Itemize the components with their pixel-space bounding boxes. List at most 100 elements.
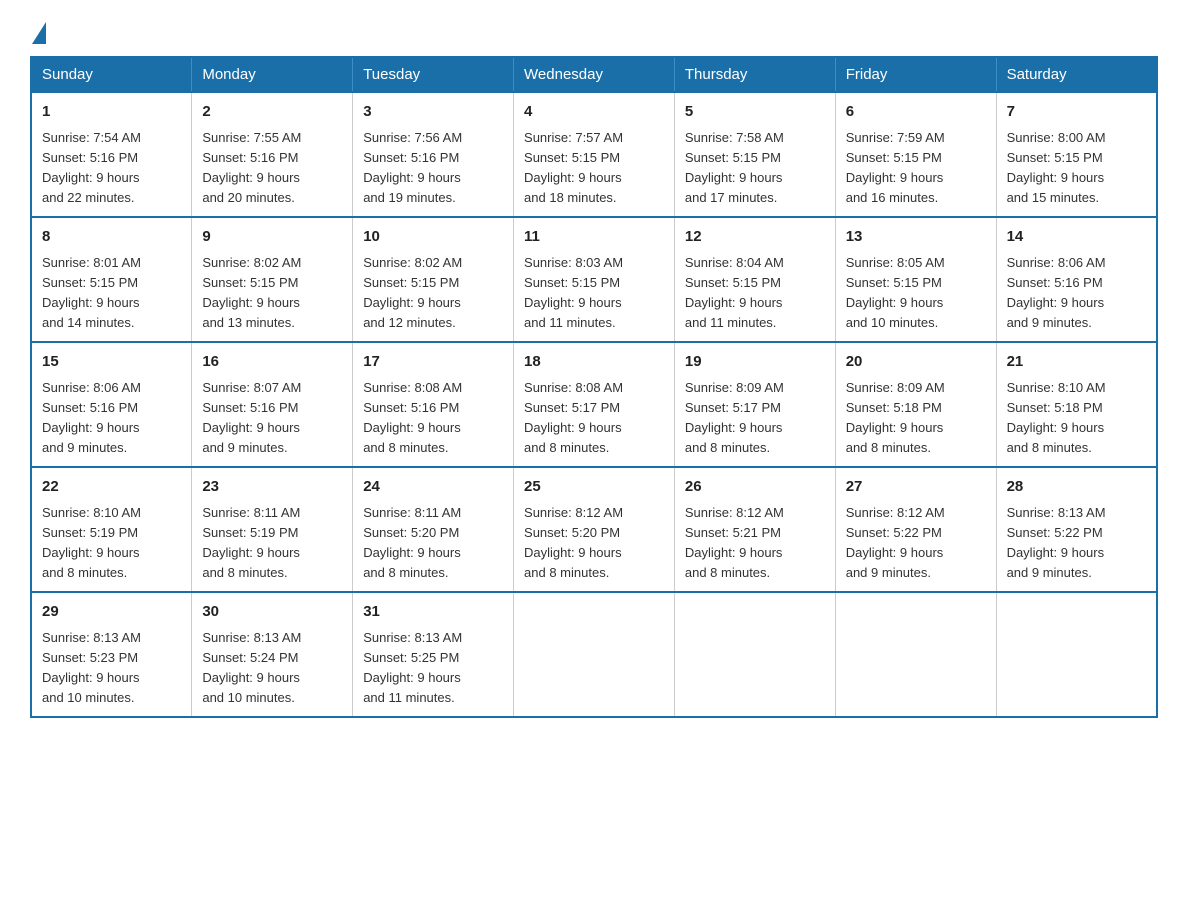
day-number: 9 bbox=[202, 226, 342, 249]
calendar-cell: 4Sunrise: 7:57 AMSunset: 5:15 PMDaylight… bbox=[514, 92, 675, 217]
calendar-table: SundayMondayTuesdayWednesdayThursdayFrid… bbox=[30, 56, 1158, 718]
day-info: Sunrise: 8:03 AMSunset: 5:15 PMDaylight:… bbox=[524, 255, 623, 330]
calendar-cell: 1 Sunrise: 7:54 AMSunset: 5:16 PMDaylight… bbox=[31, 92, 192, 217]
day-info: Sunrise: 7:57 AMSunset: 5:15 PMDaylight:… bbox=[524, 130, 623, 205]
calendar-cell: 17 Sunrise: 8:08 AMSunset: 5:16 PMDayligh… bbox=[353, 342, 514, 467]
calendar-cell: 8Sunrise: 8:01 AMSunset: 5:15 PMDaylight… bbox=[31, 217, 192, 342]
week-row-5: 29 Sunrise: 8:13 AMSunset: 5:23 PMDayligh… bbox=[31, 592, 1157, 717]
day-info: Sunrise: 7:56 AMSunset: 5:16 PMDaylight:… bbox=[363, 130, 462, 205]
day-number: 28 bbox=[1007, 476, 1146, 499]
week-row-2: 8Sunrise: 8:01 AMSunset: 5:15 PMDaylight… bbox=[31, 217, 1157, 342]
day-header-monday: Monday bbox=[192, 57, 353, 92]
day-info: Sunrise: 8:08 AMSunset: 5:17 PMDaylight:… bbox=[524, 380, 623, 455]
calendar-cell bbox=[674, 592, 835, 717]
day-number: 6 bbox=[846, 101, 986, 124]
week-row-4: 22 Sunrise: 8:10 AMSunset: 5:19 PMDayligh… bbox=[31, 467, 1157, 592]
day-number: 30 bbox=[202, 601, 342, 624]
days-of-week-row: SundayMondayTuesdayWednesdayThursdayFrid… bbox=[31, 57, 1157, 92]
calendar-cell: 19 Sunrise: 8:09 AMSunset: 5:17 PMDayligh… bbox=[674, 342, 835, 467]
day-number: 10 bbox=[363, 226, 503, 249]
day-number: 2 bbox=[202, 101, 342, 124]
day-number: 7 bbox=[1007, 101, 1146, 124]
week-row-3: 15 Sunrise: 8:06 AMSunset: 5:16 PMDayligh… bbox=[31, 342, 1157, 467]
day-number: 22 bbox=[42, 476, 181, 499]
day-header-sunday: Sunday bbox=[31, 57, 192, 92]
day-info: Sunrise: 7:59 AMSunset: 5:15 PMDaylight:… bbox=[846, 130, 945, 205]
logo bbox=[30, 20, 46, 40]
day-info: Sunrise: 8:05 AMSunset: 5:15 PMDaylight:… bbox=[846, 255, 945, 330]
calendar-cell: 3 Sunrise: 7:56 AMSunset: 5:16 PMDaylight… bbox=[353, 92, 514, 217]
calendar-body: 1 Sunrise: 7:54 AMSunset: 5:16 PMDaylight… bbox=[31, 92, 1157, 717]
day-info: Sunrise: 8:02 AMSunset: 5:15 PMDaylight:… bbox=[202, 255, 301, 330]
day-number: 18 bbox=[524, 351, 664, 374]
calendar-cell: 9 Sunrise: 8:02 AMSunset: 5:15 PMDaylight… bbox=[192, 217, 353, 342]
day-number: 23 bbox=[202, 476, 342, 499]
day-number: 27 bbox=[846, 476, 986, 499]
day-info: Sunrise: 8:06 AMSunset: 5:16 PMDaylight:… bbox=[42, 380, 141, 455]
calendar-cell: 30 Sunrise: 8:13 AMSunset: 5:24 PMDayligh… bbox=[192, 592, 353, 717]
calendar-header: SundayMondayTuesdayWednesdayThursdayFrid… bbox=[31, 57, 1157, 92]
calendar-cell: 29 Sunrise: 8:13 AMSunset: 5:23 PMDayligh… bbox=[31, 592, 192, 717]
calendar-cell: 2 Sunrise: 7:55 AMSunset: 5:16 PMDaylight… bbox=[192, 92, 353, 217]
day-header-friday: Friday bbox=[835, 57, 996, 92]
calendar-cell: 10 Sunrise: 8:02 AMSunset: 5:15 PMDayligh… bbox=[353, 217, 514, 342]
day-info: Sunrise: 8:11 AMSunset: 5:20 PMDaylight:… bbox=[363, 505, 461, 580]
day-number: 13 bbox=[846, 226, 986, 249]
day-number: 11 bbox=[524, 226, 664, 249]
day-info: Sunrise: 7:55 AMSunset: 5:16 PMDaylight:… bbox=[202, 130, 301, 205]
calendar-cell: 28 Sunrise: 8:13 AMSunset: 5:22 PMDayligh… bbox=[996, 467, 1157, 592]
calendar-cell: 27 Sunrise: 8:12 AMSunset: 5:22 PMDayligh… bbox=[835, 467, 996, 592]
day-info: Sunrise: 8:07 AMSunset: 5:16 PMDaylight:… bbox=[202, 380, 301, 455]
calendar-cell: 20Sunrise: 8:09 AMSunset: 5:18 PMDayligh… bbox=[835, 342, 996, 467]
day-info: Sunrise: 8:12 AMSunset: 5:21 PMDaylight:… bbox=[685, 505, 784, 580]
calendar-cell: 21Sunrise: 8:10 AMSunset: 5:18 PMDayligh… bbox=[996, 342, 1157, 467]
day-number: 26 bbox=[685, 476, 825, 499]
calendar-cell: 24 Sunrise: 8:11 AMSunset: 5:20 PMDayligh… bbox=[353, 467, 514, 592]
day-number: 17 bbox=[363, 351, 503, 374]
day-info: Sunrise: 8:13 AMSunset: 5:25 PMDaylight:… bbox=[363, 630, 462, 705]
calendar-cell: 26 Sunrise: 8:12 AMSunset: 5:21 PMDayligh… bbox=[674, 467, 835, 592]
day-number: 3 bbox=[363, 101, 503, 124]
calendar-cell: 23Sunrise: 8:11 AMSunset: 5:19 PMDayligh… bbox=[192, 467, 353, 592]
day-info: Sunrise: 8:13 AMSunset: 5:22 PMDaylight:… bbox=[1007, 505, 1106, 580]
calendar-cell bbox=[514, 592, 675, 717]
day-number: 29 bbox=[42, 601, 181, 624]
calendar-cell: 7 Sunrise: 8:00 AMSunset: 5:15 PMDaylight… bbox=[996, 92, 1157, 217]
day-number: 19 bbox=[685, 351, 825, 374]
day-info: Sunrise: 7:58 AMSunset: 5:15 PMDaylight:… bbox=[685, 130, 784, 205]
day-header-thursday: Thursday bbox=[674, 57, 835, 92]
day-header-tuesday: Tuesday bbox=[353, 57, 514, 92]
day-info: Sunrise: 8:01 AMSunset: 5:15 PMDaylight:… bbox=[42, 255, 141, 330]
calendar-cell: 6 Sunrise: 7:59 AMSunset: 5:15 PMDaylight… bbox=[835, 92, 996, 217]
day-number: 24 bbox=[363, 476, 503, 499]
day-info: Sunrise: 8:02 AMSunset: 5:15 PMDaylight:… bbox=[363, 255, 462, 330]
week-row-1: 1 Sunrise: 7:54 AMSunset: 5:16 PMDaylight… bbox=[31, 92, 1157, 217]
day-number: 1 bbox=[42, 101, 181, 124]
day-info: Sunrise: 8:13 AMSunset: 5:24 PMDaylight:… bbox=[202, 630, 301, 705]
day-info: Sunrise: 8:04 AMSunset: 5:15 PMDaylight:… bbox=[685, 255, 784, 330]
day-info: Sunrise: 7:54 AMSunset: 5:16 PMDaylight:… bbox=[42, 130, 141, 205]
day-number: 15 bbox=[42, 351, 181, 374]
day-number: 20 bbox=[846, 351, 986, 374]
day-info: Sunrise: 8:10 AMSunset: 5:19 PMDaylight:… bbox=[42, 505, 141, 580]
calendar-cell bbox=[996, 592, 1157, 717]
day-info: Sunrise: 8:06 AMSunset: 5:16 PMDaylight:… bbox=[1007, 255, 1106, 330]
calendar-cell bbox=[835, 592, 996, 717]
calendar-cell: 5Sunrise: 7:58 AMSunset: 5:15 PMDaylight… bbox=[674, 92, 835, 217]
logo-top bbox=[30, 20, 46, 44]
day-info: Sunrise: 8:13 AMSunset: 5:23 PMDaylight:… bbox=[42, 630, 141, 705]
day-number: 14 bbox=[1007, 226, 1146, 249]
day-info: Sunrise: 8:09 AMSunset: 5:17 PMDaylight:… bbox=[685, 380, 784, 455]
logo-triangle-icon bbox=[32, 22, 46, 44]
day-info: Sunrise: 8:08 AMSunset: 5:16 PMDaylight:… bbox=[363, 380, 462, 455]
day-header-saturday: Saturday bbox=[996, 57, 1157, 92]
day-number: 21 bbox=[1007, 351, 1146, 374]
calendar-cell: 13 Sunrise: 8:05 AMSunset: 5:15 PMDayligh… bbox=[835, 217, 996, 342]
day-header-wednesday: Wednesday bbox=[514, 57, 675, 92]
day-info: Sunrise: 8:12 AMSunset: 5:22 PMDaylight:… bbox=[846, 505, 945, 580]
day-number: 16 bbox=[202, 351, 342, 374]
day-number: 31 bbox=[363, 601, 503, 624]
day-number: 25 bbox=[524, 476, 664, 499]
day-info: Sunrise: 8:00 AMSunset: 5:15 PMDaylight:… bbox=[1007, 130, 1106, 205]
calendar-cell: 22 Sunrise: 8:10 AMSunset: 5:19 PMDayligh… bbox=[31, 467, 192, 592]
